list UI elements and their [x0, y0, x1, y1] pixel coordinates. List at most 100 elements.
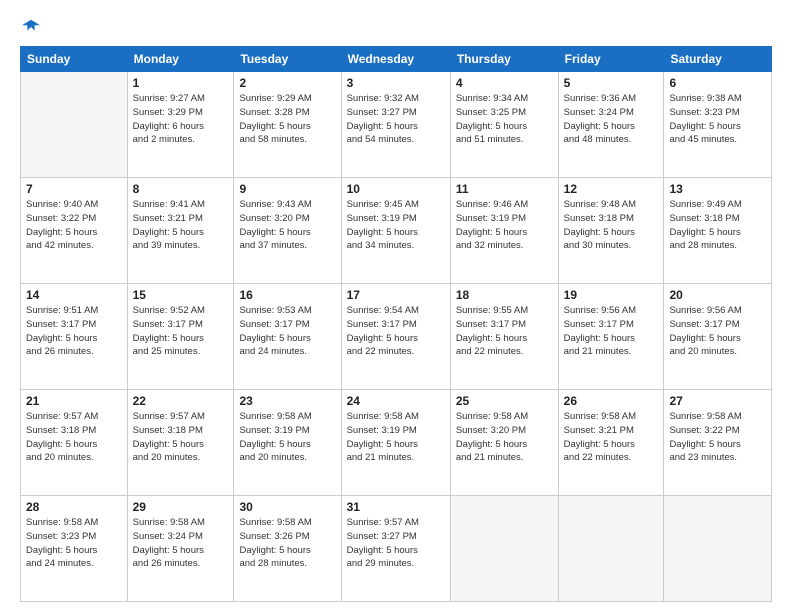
day-info: Sunrise: 9:52 AM Sunset: 3:17 PM Dayligh… — [133, 304, 229, 359]
day-number: 26 — [564, 394, 659, 408]
header — [20, 18, 772, 36]
day-info: Sunrise: 9:41 AM Sunset: 3:21 PM Dayligh… — [133, 198, 229, 253]
day-number: 29 — [133, 500, 229, 514]
day-number: 22 — [133, 394, 229, 408]
calendar-day-cell: 31Sunrise: 9:57 AM Sunset: 3:27 PM Dayli… — [341, 496, 450, 602]
day-number: 30 — [239, 500, 335, 514]
calendar-day-cell: 14 Sunrise: 9:51 AM Sunset: 3:17 PM Dayli… — [21, 284, 128, 390]
calendar-day-cell: 3 Sunrise: 9:32 AM Sunset: 3:27 PM Daylig… — [341, 72, 450, 178]
calendar-week-row: 1 Sunrise: 9:27 AM Sunset: 3:29 PM Daylig… — [21, 72, 772, 178]
day-number: 7 — [26, 182, 122, 196]
day-info: Sunrise: 9:40 AM Sunset: 3:22 PM Dayligh… — [26, 198, 122, 253]
calendar-day-cell: 10 Sunrise: 9:45 AM Sunset: 3:19 PM Dayli… — [341, 178, 450, 284]
calendar-day-cell — [21, 72, 128, 178]
day-number: 13 — [669, 182, 766, 196]
day-info: Sunrise: 9:48 AM Sunset: 3:18 PM Dayligh… — [564, 198, 659, 253]
calendar-day-cell: 27 Sunrise: 9:58 AM Sunset: 3:22 PM Dayli… — [664, 390, 772, 496]
day-info: Sunrise: 9:58 AM Sunset: 3:20 PM Dayligh… — [456, 410, 553, 465]
calendar-week-row: 14 Sunrise: 9:51 AM Sunset: 3:17 PM Dayli… — [21, 284, 772, 390]
calendar-day-cell: 8 Sunrise: 9:41 AM Sunset: 3:21 PM Daylig… — [127, 178, 234, 284]
day-info: Sunrise: 9:56 AM Sunset: 3:17 PM Dayligh… — [669, 304, 766, 359]
day-number: 25 — [456, 394, 553, 408]
calendar-day-cell: 28 Sunrise: 9:58 AM Sunset: 3:23 PM Dayli… — [21, 496, 128, 602]
day-number: 20 — [669, 288, 766, 302]
day-number: 21 — [26, 394, 122, 408]
day-info: Sunrise: 9:56 AM Sunset: 3:17 PM Dayligh… — [564, 304, 659, 359]
day-number: 18 — [456, 288, 553, 302]
day-info: Sunrise: 9:27 AM Sunset: 3:29 PM Dayligh… — [133, 92, 229, 147]
calendar-day-cell: 9 Sunrise: 9:43 AM Sunset: 3:20 PM Daylig… — [234, 178, 341, 284]
day-number: 27 — [669, 394, 766, 408]
calendar-day-cell: 26 Sunrise: 9:58 AM Sunset: 3:21 PM Dayli… — [558, 390, 664, 496]
calendar-day-cell: 12 Sunrise: 9:48 AM Sunset: 3:18 PM Dayli… — [558, 178, 664, 284]
day-number: 15 — [133, 288, 229, 302]
day-info: Sunrise: 9:54 AM Sunset: 3:17 PM Dayligh… — [347, 304, 445, 359]
day-number: 24 — [347, 394, 445, 408]
day-number: 28 — [26, 500, 122, 514]
calendar-day-cell: 25 Sunrise: 9:58 AM Sunset: 3:20 PM Dayli… — [450, 390, 558, 496]
calendar-day-cell: 24 Sunrise: 9:58 AM Sunset: 3:19 PM Dayli… — [341, 390, 450, 496]
day-info: Sunrise: 9:49 AM Sunset: 3:18 PM Dayligh… — [669, 198, 766, 253]
col-header-saturday: Saturday — [664, 47, 772, 72]
calendar-day-cell: 16 Sunrise: 9:53 AM Sunset: 3:17 PM Dayli… — [234, 284, 341, 390]
calendar-day-cell: 22 Sunrise: 9:57 AM Sunset: 3:18 PM Dayli… — [127, 390, 234, 496]
calendar-day-cell: 6Sunrise: 9:38 AM Sunset: 3:23 PM Daylig… — [664, 72, 772, 178]
col-header-monday: Monday — [127, 47, 234, 72]
day-number: 16 — [239, 288, 335, 302]
day-number: 17 — [347, 288, 445, 302]
col-header-sunday: Sunday — [21, 47, 128, 72]
calendar-day-cell: 15 Sunrise: 9:52 AM Sunset: 3:17 PM Dayli… — [127, 284, 234, 390]
calendar-day-cell: 21Sunrise: 9:57 AM Sunset: 3:18 PM Dayli… — [21, 390, 128, 496]
calendar-day-cell: 30 Sunrise: 9:58 AM Sunset: 3:26 PM Dayli… — [234, 496, 341, 602]
day-info: Sunrise: 9:58 AM Sunset: 3:23 PM Dayligh… — [26, 516, 122, 571]
day-info: Sunrise: 9:58 AM Sunset: 3:21 PM Dayligh… — [564, 410, 659, 465]
col-header-tuesday: Tuesday — [234, 47, 341, 72]
calendar-day-cell — [558, 496, 664, 602]
day-info: Sunrise: 9:32 AM Sunset: 3:27 PM Dayligh… — [347, 92, 445, 147]
calendar-day-cell: 19 Sunrise: 9:56 AM Sunset: 3:17 PM Dayli… — [558, 284, 664, 390]
col-header-wednesday: Wednesday — [341, 47, 450, 72]
day-info: Sunrise: 9:43 AM Sunset: 3:20 PM Dayligh… — [239, 198, 335, 253]
calendar-day-cell: 4 Sunrise: 9:34 AM Sunset: 3:25 PM Daylig… — [450, 72, 558, 178]
day-number: 4 — [456, 76, 553, 90]
calendar-page: SundayMondayTuesdayWednesdayThursdayFrid… — [0, 0, 792, 612]
day-info: Sunrise: 9:57 AM Sunset: 3:18 PM Dayligh… — [133, 410, 229, 465]
logo — [20, 18, 40, 36]
day-info: Sunrise: 9:36 AM Sunset: 3:24 PM Dayligh… — [564, 92, 659, 147]
day-number: 14 — [26, 288, 122, 302]
calendar-day-cell: 1 Sunrise: 9:27 AM Sunset: 3:29 PM Daylig… — [127, 72, 234, 178]
day-number: 9 — [239, 182, 335, 196]
calendar-day-cell: 23Sunrise: 9:58 AM Sunset: 3:19 PM Dayli… — [234, 390, 341, 496]
day-info: Sunrise: 9:58 AM Sunset: 3:19 PM Dayligh… — [347, 410, 445, 465]
day-info: Sunrise: 9:45 AM Sunset: 3:19 PM Dayligh… — [347, 198, 445, 253]
calendar-day-cell: 20 Sunrise: 9:56 AM Sunset: 3:17 PM Dayli… — [664, 284, 772, 390]
day-number: 3 — [347, 76, 445, 90]
calendar-day-cell — [664, 496, 772, 602]
day-info: Sunrise: 9:55 AM Sunset: 3:17 PM Dayligh… — [456, 304, 553, 359]
day-info: Sunrise: 9:38 AM Sunset: 3:23 PM Dayligh… — [669, 92, 766, 147]
calendar-week-row: 7 Sunrise: 9:40 AM Sunset: 3:22 PM Daylig… — [21, 178, 772, 284]
logo-bird-icon — [22, 18, 40, 36]
day-info: Sunrise: 9:58 AM Sunset: 3:24 PM Dayligh… — [133, 516, 229, 571]
day-info: Sunrise: 9:46 AM Sunset: 3:19 PM Dayligh… — [456, 198, 553, 253]
col-header-friday: Friday — [558, 47, 664, 72]
day-number: 31 — [347, 500, 445, 514]
day-info: Sunrise: 9:58 AM Sunset: 3:22 PM Dayligh… — [669, 410, 766, 465]
calendar-day-cell: 17 Sunrise: 9:54 AM Sunset: 3:17 PM Dayli… — [341, 284, 450, 390]
calendar-table: SundayMondayTuesdayWednesdayThursdayFrid… — [20, 46, 772, 602]
day-info: Sunrise: 9:51 AM Sunset: 3:17 PM Dayligh… — [26, 304, 122, 359]
calendar-week-row: 21 Sunrise: 9:57 AM Sunset: 3:18 PM Dayli… — [21, 390, 772, 496]
calendar-day-cell: 11 Sunrise: 9:46 AM Sunset: 3:19 PM Dayli… — [450, 178, 558, 284]
day-number: 19 — [564, 288, 659, 302]
day-number: 8 — [133, 182, 229, 196]
day-number: 1 — [133, 76, 229, 90]
day-info: Sunrise: 9:34 AM Sunset: 3:25 PM Dayligh… — [456, 92, 553, 147]
day-info: Sunrise: 9:53 AM Sunset: 3:17 PM Dayligh… — [239, 304, 335, 359]
day-info: Sunrise: 9:58 AM Sunset: 3:26 PM Dayligh… — [239, 516, 335, 571]
col-header-thursday: Thursday — [450, 47, 558, 72]
day-number: 2 — [239, 76, 335, 90]
day-info: Sunrise: 9:29 AM Sunset: 3:28 PM Dayligh… — [239, 92, 335, 147]
day-number: 12 — [564, 182, 659, 196]
day-number: 10 — [347, 182, 445, 196]
day-number: 11 — [456, 182, 553, 196]
